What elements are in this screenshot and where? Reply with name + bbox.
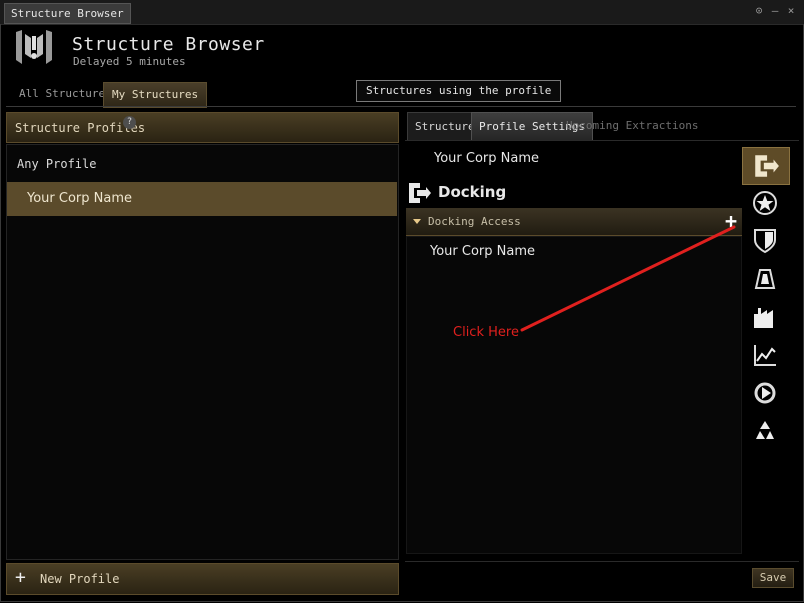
corp-name-header: Your Corp Name (434, 151, 539, 166)
footer-divider (405, 561, 799, 562)
profile-item-selected[interactable]: Your Corp Name (7, 182, 397, 216)
docking-access-label: Docking Access (428, 215, 521, 228)
tooltip: Structures using the profile (356, 80, 562, 102)
profile-tabs: Structures Profile Settings Upcoming Ext… (405, 112, 799, 141)
close-icon[interactable]: × (784, 4, 798, 18)
side-star-emblem-icon[interactable] (748, 186, 782, 220)
subtab-divider (405, 140, 799, 141)
side-recycle-icon[interactable] (748, 414, 782, 448)
docking-icon (409, 183, 431, 203)
docking-access-list (406, 236, 742, 554)
minimize-icon[interactable]: ⊙ (752, 4, 766, 18)
page-title: Structure Browser (72, 34, 265, 55)
delay-status: Delayed 5 minutes (73, 55, 186, 68)
side-jump-gate-icon[interactable] (748, 376, 782, 410)
section-title-docking: Docking (438, 183, 507, 201)
add-access-icon[interactable]: + (723, 211, 739, 231)
any-profile-item[interactable]: Any Profile (17, 157, 96, 171)
side-factory-icon[interactable] (748, 300, 782, 334)
expand-triangle-icon[interactable] (413, 219, 421, 224)
help-icon[interactable]: ? (123, 116, 136, 129)
save-button[interactable]: Save (752, 568, 794, 588)
side-market-chart-icon[interactable] (748, 338, 782, 372)
list-item[interactable]: Your Corp Name (430, 244, 535, 259)
structure-profiles-header: Structure Profiles ? (6, 112, 399, 143)
side-shield-icon[interactable] (748, 224, 782, 258)
new-profile-label: New Profile (40, 572, 120, 586)
side-reprocessing-cube-icon[interactable] (748, 262, 782, 296)
tab-my-structures[interactable]: My Structures (103, 82, 208, 108)
tab-upcoming-extractions[interactable]: Upcoming Extractions (559, 112, 705, 139)
structure-logo-icon (16, 30, 52, 64)
profile-item-label: Your Corp Name (27, 191, 132, 206)
side-docking-icon[interactable] (742, 147, 790, 185)
tab-divider (6, 106, 796, 107)
restore-icon[interactable]: – (768, 4, 782, 18)
docking-access-group[interactable]: Docking Access + (406, 208, 742, 236)
window-title: Structure Browser (4, 3, 131, 24)
annotation-text: Click Here (453, 325, 519, 340)
plus-icon: + (15, 567, 26, 588)
new-profile-button[interactable]: + New Profile (6, 563, 399, 595)
